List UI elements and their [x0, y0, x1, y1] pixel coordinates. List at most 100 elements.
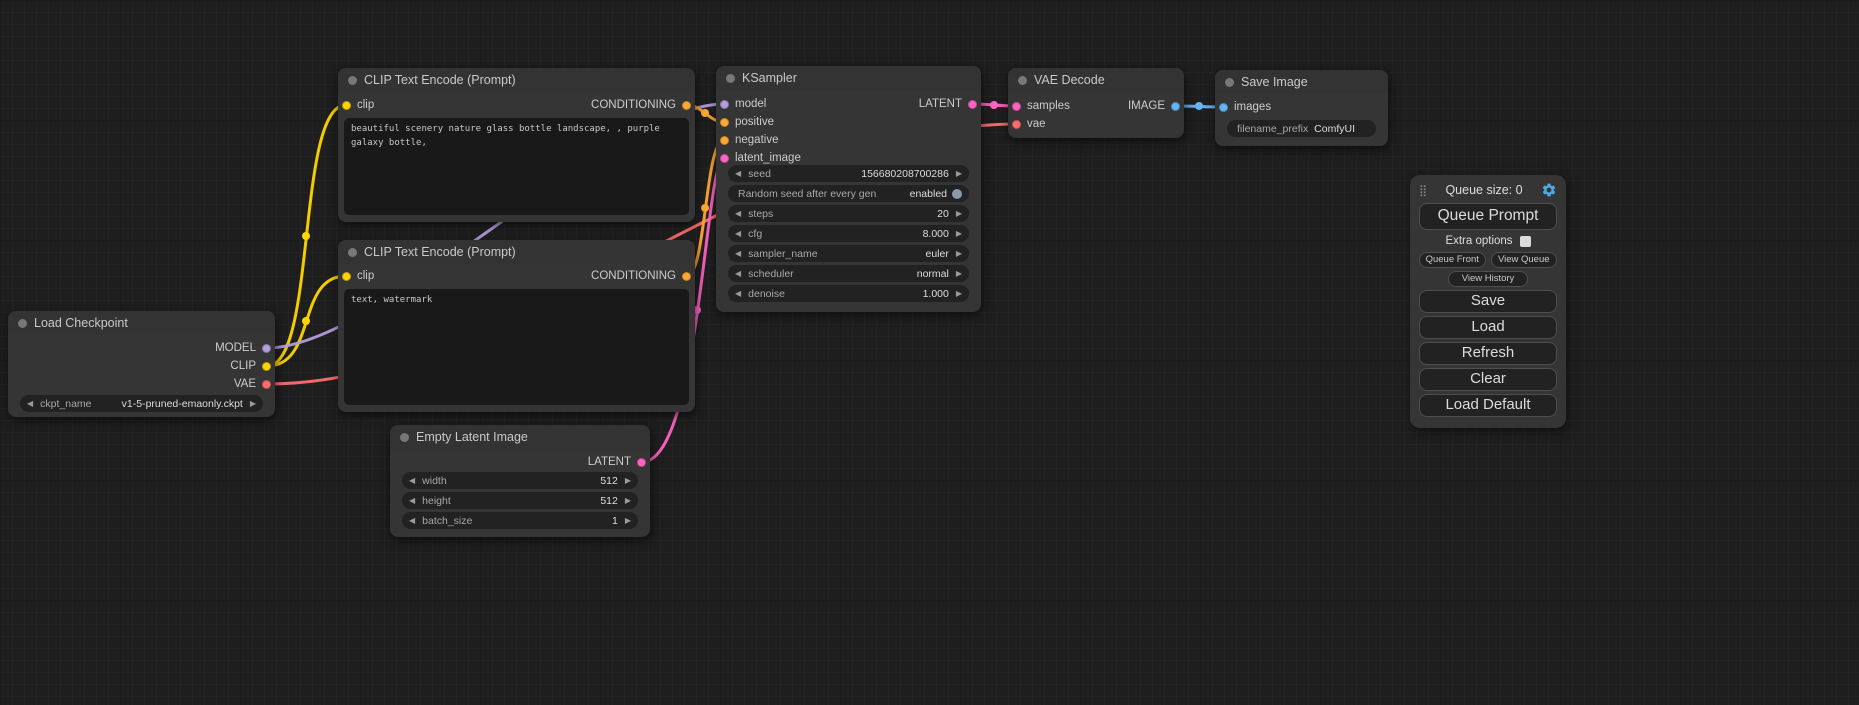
load-default-button[interactable]: Load Default — [1419, 394, 1557, 417]
load-button[interactable]: Load — [1419, 316, 1557, 339]
node-ksampler[interactable]: KSampler model LATENT positive negative … — [716, 66, 981, 312]
widget-random-seed-toggle[interactable]: Random seed after every gen enabled — [728, 185, 969, 202]
latent-output-port[interactable] — [637, 458, 646, 467]
latent-output-port[interactable] — [968, 100, 977, 109]
collapse-dot-icon[interactable] — [348, 248, 357, 257]
node-title: Save Image — [1241, 75, 1308, 89]
clip-input-port[interactable] — [342, 272, 351, 281]
arrow-left-icon[interactable]: ◀ — [735, 170, 741, 178]
queue-prompt-button[interactable]: Queue Prompt — [1419, 203, 1557, 230]
collapse-dot-icon[interactable] — [1018, 76, 1027, 85]
arrow-right-icon[interactable]: ▶ — [956, 230, 962, 238]
vae-input-port[interactable] — [1012, 120, 1021, 129]
node-empty-latent-image[interactable]: Empty Latent Image LATENT ◀ width 512 ▶ … — [390, 425, 650, 537]
samples-input-port[interactable] — [1012, 102, 1021, 111]
arrow-left-icon[interactable]: ◀ — [735, 210, 741, 218]
arrow-right-icon[interactable]: ▶ — [625, 477, 631, 485]
node-title-bar[interactable]: KSampler — [716, 66, 981, 90]
widget-label: filename_prefix — [1237, 123, 1308, 135]
widget-seed[interactable]: ◀ seed 156680208700286 ▶ — [728, 165, 969, 182]
widget-ckpt-name[interactable]: ◀ ckpt_name v1-5-pruned-emaonly.ckpt ▶ — [20, 395, 263, 412]
arrow-right-icon[interactable]: ▶ — [956, 210, 962, 218]
arrow-left-icon[interactable]: ◀ — [409, 477, 415, 485]
arrow-right-icon[interactable]: ▶ — [625, 517, 631, 525]
widget-batch-size[interactable]: ◀ batch_size 1 ▶ — [402, 512, 638, 529]
conditioning-output-port[interactable] — [682, 272, 691, 281]
collapse-dot-icon[interactable] — [400, 433, 409, 442]
node-vae-decode[interactable]: VAE Decode samples IMAGE vae — [1008, 68, 1184, 138]
vae-output-port[interactable] — [262, 380, 271, 389]
widget-width[interactable]: ◀ width 512 ▶ — [402, 472, 638, 489]
arrow-right-icon[interactable]: ▶ — [956, 170, 962, 178]
input-slot-clip: clip — [342, 96, 374, 114]
image-output-port[interactable] — [1171, 102, 1180, 111]
conditioning-output-port[interactable] — [682, 101, 691, 110]
collapse-dot-icon[interactable] — [726, 74, 735, 83]
drag-handle-icon[interactable]: ⣿ — [1419, 185, 1427, 196]
slot-label: samples — [1027, 100, 1070, 112]
arrow-right-icon[interactable]: ▶ — [956, 250, 962, 258]
node-title: VAE Decode — [1034, 73, 1105, 87]
positive-input-port[interactable] — [720, 118, 729, 127]
widget-height[interactable]: ◀ height 512 ▶ — [402, 492, 638, 509]
arrow-right-icon[interactable]: ▶ — [956, 270, 962, 278]
input-slot-positive: positive — [720, 113, 774, 131]
model-output-port[interactable] — [262, 344, 271, 353]
arrow-left-icon[interactable]: ◀ — [735, 230, 741, 238]
arrow-right-icon[interactable]: ▶ — [250, 400, 256, 408]
arrow-right-icon[interactable]: ▶ — [956, 290, 962, 298]
clip-output-port[interactable] — [262, 362, 271, 371]
widget-value: 512 — [600, 475, 618, 487]
node-clip-text-encode-positive[interactable]: CLIP Text Encode (Prompt) clip CONDITION… — [338, 68, 695, 222]
view-history-button[interactable]: View History — [1448, 271, 1529, 287]
arrow-left-icon[interactable]: ◀ — [735, 250, 741, 258]
node-load-checkpoint[interactable]: Load Checkpoint MODEL CLIP VAE ◀ ckpt_na… — [8, 311, 275, 417]
widget-scheduler[interactable]: ◀ scheduler normal ▶ — [728, 265, 969, 282]
input-slot-images: images — [1219, 98, 1271, 116]
arrow-left-icon[interactable]: ◀ — [409, 517, 415, 525]
node-title-bar[interactable]: Empty Latent Image — [390, 425, 650, 449]
arrow-left-icon[interactable]: ◀ — [735, 290, 741, 298]
view-queue-button[interactable]: View Queue — [1491, 252, 1558, 268]
collapse-dot-icon[interactable] — [1225, 78, 1234, 87]
queue-front-button[interactable]: Queue Front — [1419, 252, 1486, 268]
negative-input-port[interactable] — [720, 136, 729, 145]
node-title-bar[interactable]: CLIP Text Encode (Prompt) — [338, 240, 695, 264]
widget-denoise[interactable]: ◀ denoise 1.000 ▶ — [728, 285, 969, 302]
arrow-right-icon[interactable]: ▶ — [625, 497, 631, 505]
node-save-image[interactable]: Save Image images filename_prefix ComfyU… — [1215, 70, 1388, 146]
widget-label: scheduler — [748, 268, 794, 280]
node-title-bar[interactable]: Load Checkpoint — [8, 311, 275, 335]
node-title-bar[interactable]: Save Image — [1215, 70, 1388, 94]
widget-steps[interactable]: ◀ steps 20 ▶ — [728, 205, 969, 222]
widget-filename-prefix[interactable]: filename_prefix ComfyUI — [1227, 120, 1376, 137]
node-clip-text-encode-negative[interactable]: CLIP Text Encode (Prompt) clip CONDITION… — [338, 240, 695, 412]
toggle-dot-icon[interactable] — [952, 189, 962, 199]
images-input-port[interactable] — [1219, 103, 1228, 112]
clip-input-port[interactable] — [342, 101, 351, 110]
node-title: CLIP Text Encode (Prompt) — [364, 245, 516, 259]
clear-button[interactable]: Clear — [1419, 368, 1557, 391]
save-button[interactable]: Save — [1419, 290, 1557, 313]
arrow-left-icon[interactable]: ◀ — [27, 400, 33, 408]
positive-prompt-textarea[interactable]: beautiful scenery nature glass bottle la… — [344, 118, 689, 215]
latent-image-input-port[interactable] — [720, 154, 729, 163]
settings-gear-icon[interactable] — [1541, 182, 1557, 198]
arrow-left-icon[interactable]: ◀ — [735, 270, 741, 278]
collapse-dot-icon[interactable] — [18, 319, 27, 328]
slot-label: MODEL — [215, 342, 256, 354]
model-input-port[interactable] — [720, 100, 729, 109]
widget-sampler-name[interactable]: ◀ sampler_name euler ▶ — [728, 245, 969, 262]
comfyui-canvas[interactable]: { "colors": { "model": "#B39DDB", "clip"… — [0, 0, 1859, 705]
refresh-button[interactable]: Refresh — [1419, 342, 1557, 365]
collapse-dot-icon[interactable] — [348, 76, 357, 85]
link-midpoint-dot — [701, 204, 709, 212]
negative-prompt-textarea[interactable]: text, watermark — [344, 289, 689, 405]
node-title-bar[interactable]: CLIP Text Encode (Prompt) — [338, 68, 695, 92]
extra-options-checkbox[interactable] — [1520, 236, 1531, 247]
node-title-bar[interactable]: VAE Decode — [1008, 68, 1184, 92]
widget-cfg[interactable]: ◀ cfg 8.000 ▶ — [728, 225, 969, 242]
slot-label: vae — [1027, 118, 1046, 130]
widget-label: sampler_name — [748, 248, 817, 260]
arrow-left-icon[interactable]: ◀ — [409, 497, 415, 505]
